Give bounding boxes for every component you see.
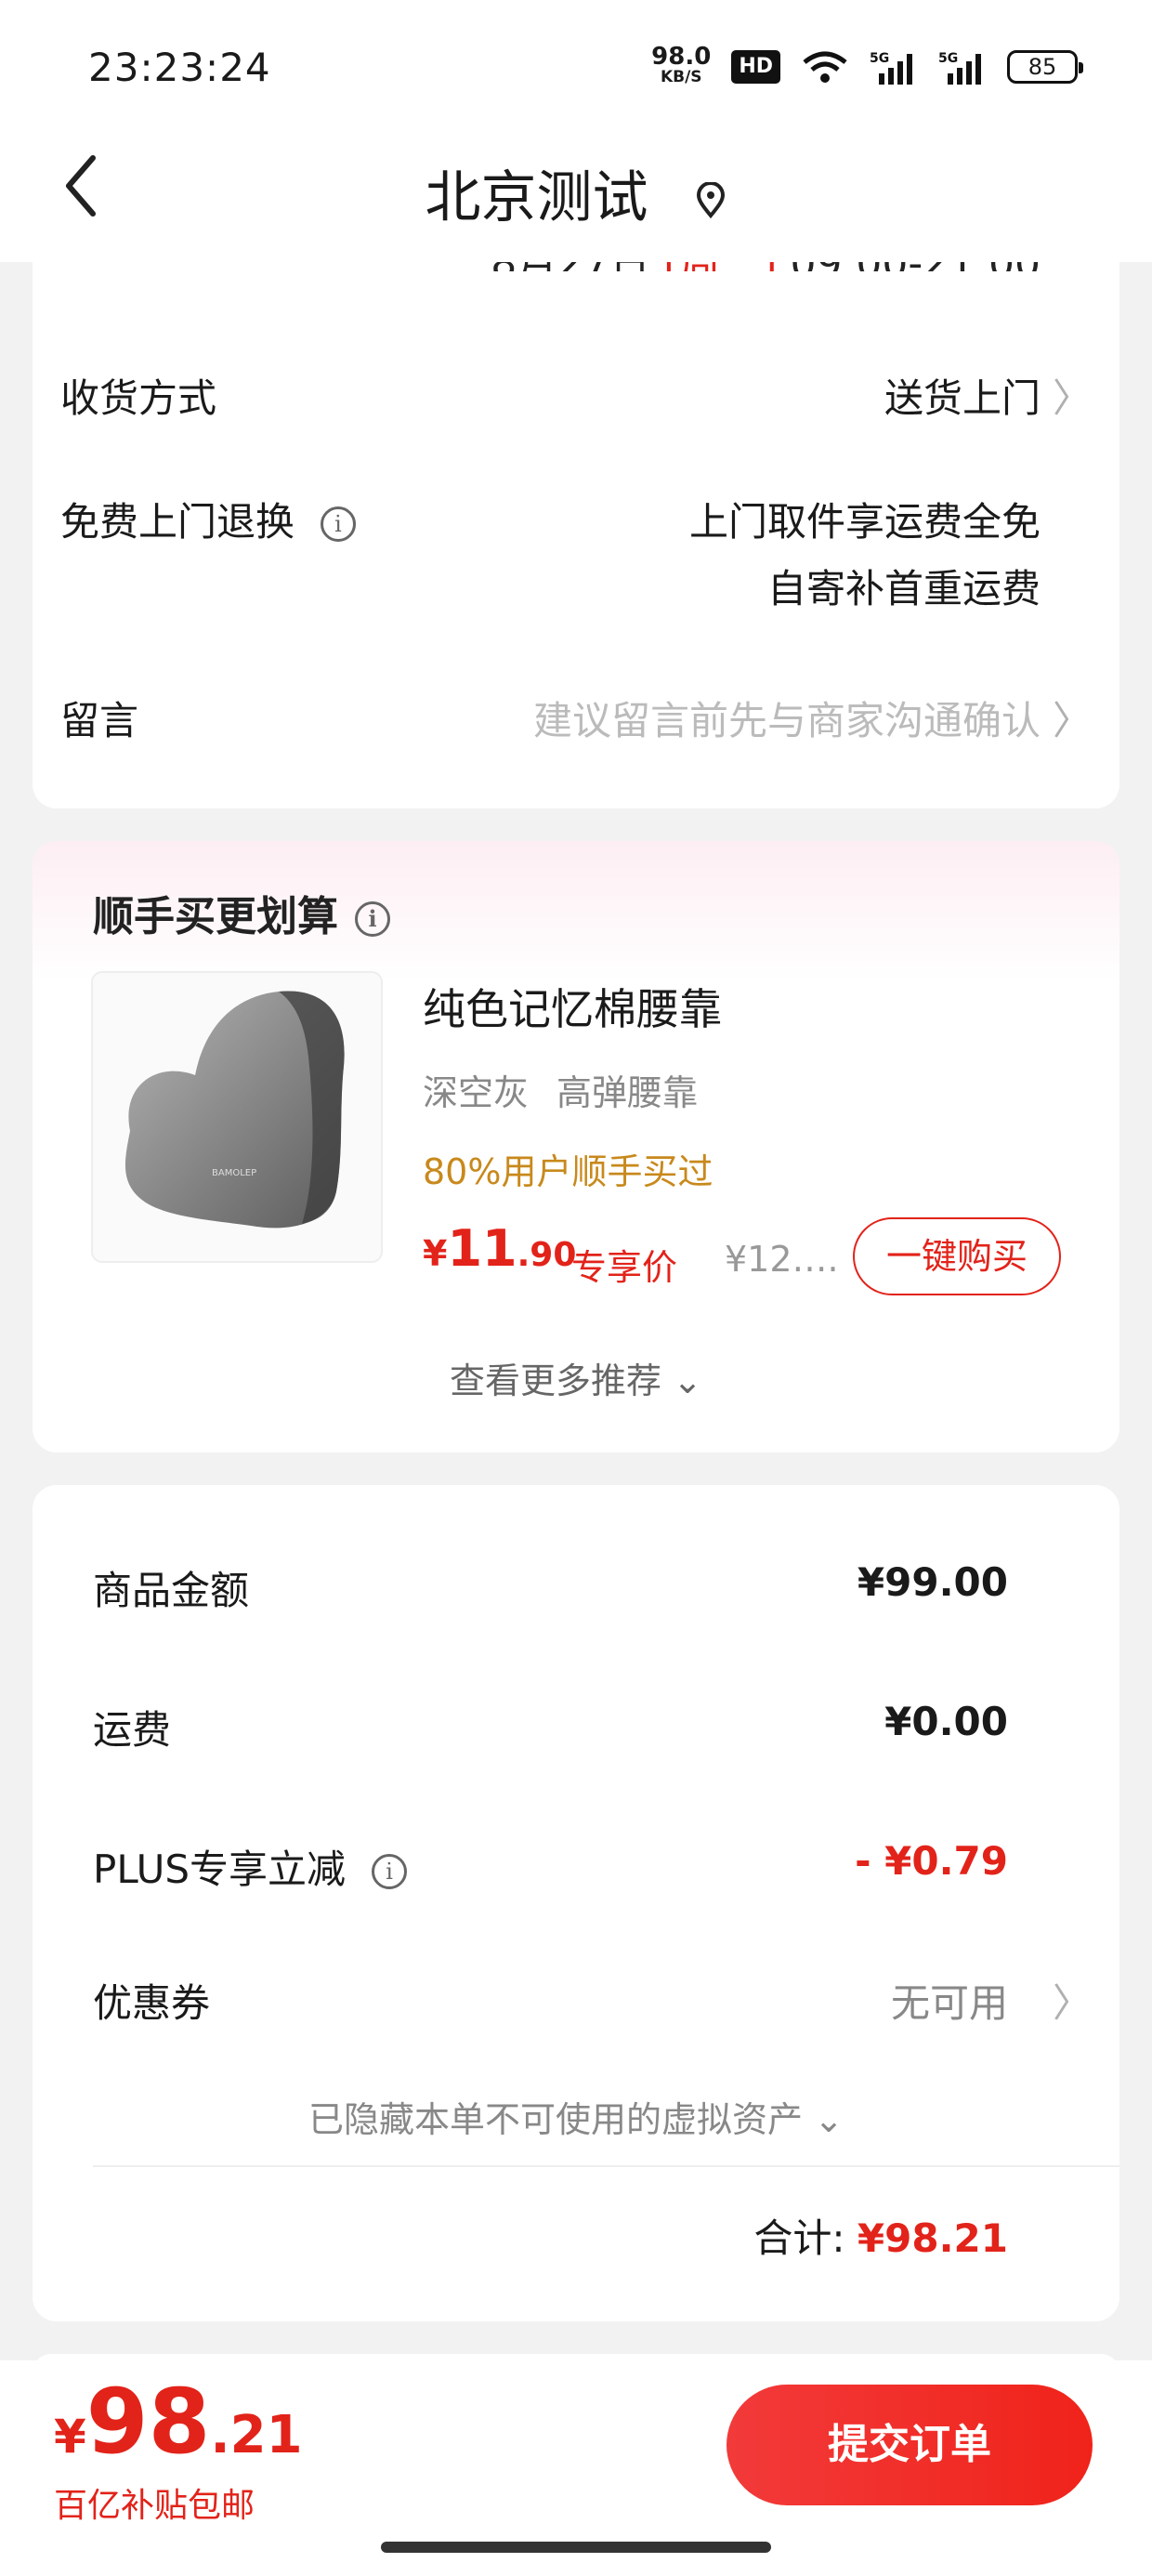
- svg-text:5G: 5G: [938, 51, 958, 66]
- message-input[interactable]: 建议留言前先与商家沟通确认: [533, 690, 1041, 746]
- hidden-assets-toggle[interactable]: 已隐藏本单不可使用的虚拟资产 ⌄: [0, 2091, 1152, 2142]
- shipping-value: ¥0.00: [884, 1699, 1008, 1744]
- status-icons: 98.0 KB/S HD 5G 5G 85: [651, 43, 1083, 87]
- delivery-method-value: 送货上门: [884, 375, 1041, 421]
- lumbar-pillow-image: BAMOLEP: [124, 991, 345, 1229]
- nav-bar: 北京测试: [0, 130, 1152, 262]
- total-value: ¥98.21: [857, 2215, 1008, 2261]
- subsidy-note: 百亿补贴包邮: [54, 2487, 255, 2525]
- total-row: 合计: ¥98.21: [753, 2207, 1008, 2264]
- home-indicator[interactable]: [381, 2542, 771, 2553]
- svg-text:5G: 5G: [870, 51, 889, 66]
- goods-amount-label: 商品金额: [93, 1568, 250, 1613]
- chevron-right-icon: 〉: [1052, 698, 1092, 743]
- bottom-price-currency: ¥: [54, 2410, 86, 2464]
- bottom-price: ¥98.21: [54, 2370, 303, 2474]
- exclusive-price-label: 专享价: [571, 1247, 678, 1288]
- free-return-value-2: 自寄补首重运费: [766, 566, 1041, 611]
- total-label: 合计:: [753, 2215, 845, 2261]
- status-time: 23:23:24: [88, 45, 271, 90]
- message-row[interactable]: 留言 建议留言前先与商家沟通确认 〉: [60, 690, 1092, 745]
- delivery-method-row[interactable]: 收货方式 送货上门 〉: [60, 367, 1092, 423]
- addon-title: 顺手买更划算 i: [93, 883, 390, 942]
- location-pin-icon: [696, 182, 725, 219]
- price-dec: .90: [517, 1236, 577, 1274]
- plus-discount-label-wrap: PLUS专享立减 i: [93, 1838, 408, 1895]
- coupon-value: 无可用: [890, 1980, 1008, 2026]
- message-label: 留言: [60, 698, 139, 743]
- wifi-icon: [803, 51, 847, 83]
- product-thumbnail[interactable]: BAMOLEP: [91, 971, 383, 1263]
- page-title-text: 北京测试: [425, 165, 648, 230]
- coupon-label: 优惠券: [93, 1980, 211, 2026]
- one-click-buy-button[interactable]: 一键购买: [853, 1217, 1061, 1295]
- product-color: 深空灰: [423, 1072, 530, 1113]
- net-speed-value: 98.0: [651, 43, 712, 71]
- hd-icon: HD: [731, 50, 780, 84]
- original-price: ¥12….: [725, 1239, 839, 1280]
- divider: [93, 2165, 1119, 2167]
- addon-title-text: 顺手买更划算: [93, 893, 338, 940]
- price-currency: ¥: [423, 1233, 448, 1274]
- free-return-value-1: 上门取件享运费全免: [688, 499, 1041, 545]
- top-bar: 23:23:24 98.0 KB/S HD 5G 5G 85 北京测试: [0, 0, 1152, 262]
- svg-text:BAMOLEP: BAMOLEP: [212, 1168, 256, 1178]
- submit-order-button[interactable]: 提交订单: [727, 2385, 1093, 2505]
- bottom-price-dec: .21: [210, 2405, 303, 2465]
- product-price: ¥11.90: [423, 1219, 576, 1278]
- bottom-price-int: 98: [85, 2370, 211, 2474]
- product-spec: 深空灰 高弹腰靠: [423, 1064, 698, 1115]
- product-type: 高弹腰靠: [556, 1072, 699, 1113]
- battery-level: 85: [1028, 54, 1057, 80]
- delivery-method-label: 收货方式: [60, 375, 217, 421]
- goods-amount-value: ¥99.00: [857, 1559, 1008, 1605]
- signal-5g-icon: 5G: [870, 51, 912, 85]
- more-recommendations-link[interactable]: 查看更多推荐 ⌄: [0, 1352, 1152, 1403]
- chevron-right-icon: 〉: [1052, 1980, 1092, 2026]
- signal-5g-icon-2: 5G: [938, 51, 981, 85]
- battery-icon: 85: [1007, 50, 1083, 84]
- net-speed-unit: KB/S: [660, 68, 702, 86]
- free-return-row: 免费上门退换 i 上门取件享运费全免 自寄补首重运费: [60, 491, 1092, 621]
- net-speed: 98.0 KB/S: [651, 43, 712, 87]
- bought-note: 80%用户顺手买过: [423, 1151, 713, 1192]
- info-icon[interactable]: i: [321, 506, 357, 542]
- plus-discount-value: - ¥0.79: [855, 1838, 1008, 1884]
- page-title[interactable]: 北京测试: [0, 152, 1152, 233]
- shipping-label: 运费: [93, 1707, 172, 1753]
- plus-discount-label: PLUS专享立减: [93, 1847, 347, 1892]
- status-bar: 23:23:24 98.0 KB/S HD 5G 5G 85: [0, 0, 1152, 130]
- info-icon[interactable]: i: [372, 1854, 408, 1889]
- product-name[interactable]: 纯色记忆棉腰靠: [423, 976, 722, 1037]
- chevron-right-icon: 〉: [1052, 375, 1092, 421]
- info-icon[interactable]: i: [355, 901, 390, 937]
- free-return-label: 免费上门退换: [60, 499, 295, 545]
- free-return-label-wrap: 免费上门退换 i: [60, 491, 357, 547]
- price-int: 11: [447, 1219, 517, 1278]
